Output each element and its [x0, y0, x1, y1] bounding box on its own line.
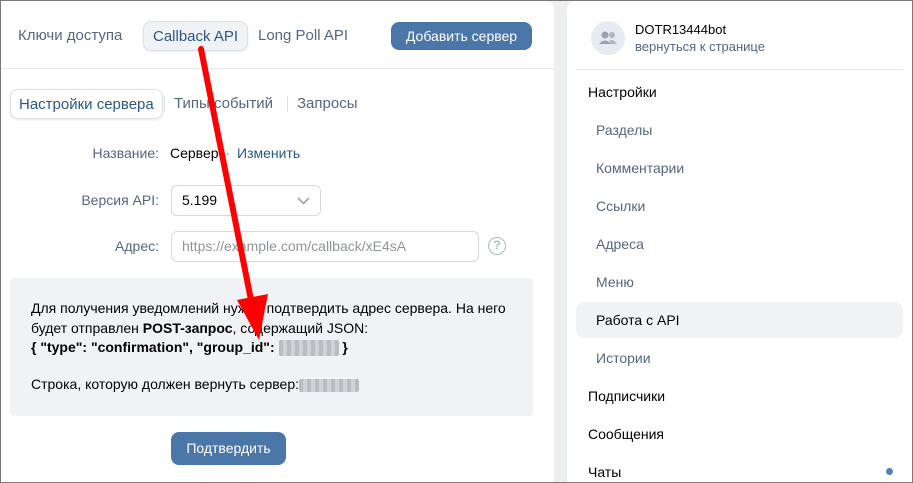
api-version-value: 5.199 — [182, 192, 218, 208]
sidebar-item-sections[interactable]: Разделы — [596, 122, 652, 138]
users-icon — [599, 31, 617, 44]
chevron-down-icon — [297, 197, 310, 205]
json-example: { "type": "confirmation", "group_id": } — [31, 339, 348, 357]
address-input[interactable]: https://example.com/callback/xE4sA — [171, 231, 479, 262]
add-server-button[interactable]: Добавить сервер — [391, 22, 532, 50]
sidebar-item-subscribers[interactable]: Подписчики — [588, 388, 665, 404]
change-name-link[interactable]: Изменить — [237, 145, 300, 161]
api-version-label: Версия API: — [81, 192, 159, 208]
name-label: Название: — [92, 145, 159, 161]
return-string-label: Строка, которую должен вернуть сервер: — [31, 376, 299, 392]
community-sidebar: DOTR13444bot вернуться к странице Настро… — [567, 1, 912, 482]
redacted-confirmation-code — [299, 378, 359, 392]
sidebar-item-chats[interactable]: Чаты — [588, 464, 621, 480]
divider — [576, 69, 903, 70]
tab-callback-api[interactable]: Callback API — [143, 21, 249, 51]
tab-requests[interactable]: Запросы — [289, 89, 366, 119]
tab-separator — [164, 96, 165, 112]
sidebar-item-menu[interactable]: Меню — [596, 274, 634, 290]
redacted-group-id — [278, 340, 339, 357]
help-icon[interactable]: ? — [488, 237, 506, 255]
notification-dot — [886, 468, 893, 475]
server-sub-tabs: Настройки сервера Типы событий Запросы — [1, 69, 554, 137]
tab-access-keys[interactable]: Ключи доступа — [9, 21, 131, 51]
callback-settings-panel: Ключи доступа Callback API Long Poll API… — [1, 1, 554, 482]
json-suffix: } — [338, 339, 348, 355]
sidebar-item-links[interactable]: Ссылки — [596, 198, 645, 214]
confirmation-info-box: Для получения уведомлений нужно подтверд… — [10, 278, 533, 416]
tab-long-poll-api[interactable]: Long Poll API — [249, 21, 357, 51]
name-separator: · — [225, 145, 231, 161]
info-line-4: Строка, которую должен вернуть сервер: — [31, 376, 359, 392]
avatar[interactable] — [591, 21, 625, 55]
confirm-button[interactable]: Подтвердить — [171, 432, 286, 465]
post-request-text: POST-запрос — [142, 320, 233, 336]
sidebar-item-addresses[interactable]: Адреса — [596, 236, 644, 252]
sidebar-item-messages[interactable]: Сообщения — [588, 426, 664, 442]
name-field: Сервер · Изменить — [170, 145, 300, 161]
info-line-2-suffix: , содержащий JSON: — [232, 320, 369, 336]
tab-event-types[interactable]: Типы событий — [166, 89, 281, 119]
bot-name: DOTR13444bot — [635, 22, 727, 37]
sidebar-item-api[interactable]: Работа с API — [596, 312, 680, 328]
info-line-2-prefix: будет отправлен — [31, 320, 143, 336]
info-line-2: будет отправлен POST-запрос, содержащий … — [31, 320, 368, 336]
sidebar-item-settings[interactable]: Настройки — [588, 84, 657, 100]
tab-server-settings[interactable]: Настройки сервера — [10, 89, 163, 119]
api-tabs-bar: Ключи доступа Callback API Long Poll API… — [1, 1, 554, 69]
api-version-select[interactable]: 5.199 — [171, 185, 321, 216]
sidebar-item-comments[interactable]: Комментарии — [596, 160, 684, 176]
server-name-value: Сервер — [170, 145, 219, 161]
address-label: Адрес: — [115, 238, 159, 254]
json-prefix: { "type": "confirmation", "group_id": — [31, 339, 279, 355]
back-to-page-link[interactable]: вернуться к странице — [635, 39, 765, 54]
sidebar-item-stories[interactable]: Истории — [596, 350, 651, 366]
info-line-1: Для получения уведомлений нужно подтверд… — [31, 300, 506, 316]
tab-separator — [287, 96, 288, 112]
